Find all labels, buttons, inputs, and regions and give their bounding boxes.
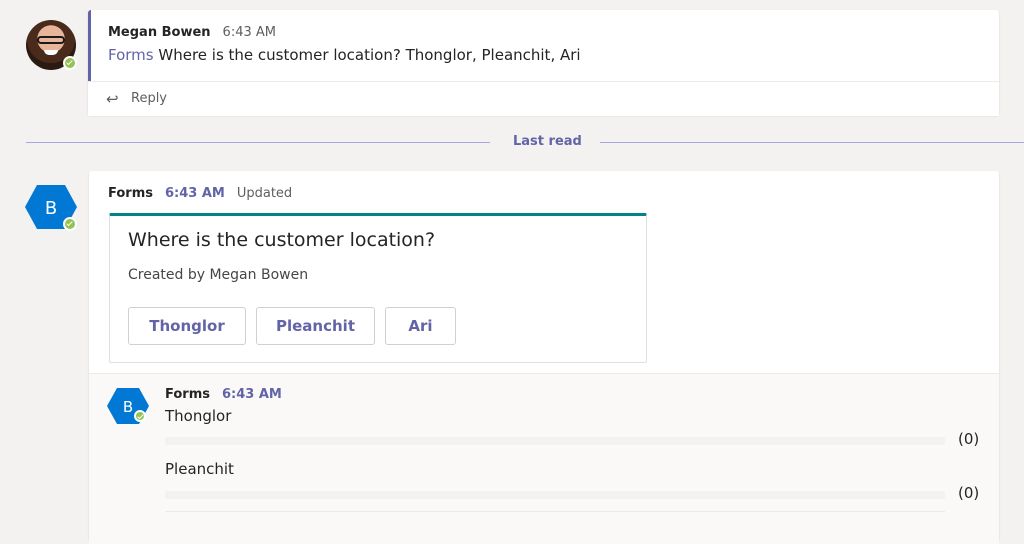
- message-card-forms: Forms 6:43 AM Updated Where is the custo…: [89, 171, 999, 544]
- avatar-smile: [44, 50, 58, 55]
- result-bar-track: [165, 491, 945, 499]
- reply-button[interactable]: Reply: [131, 91, 167, 106]
- forms-app-link[interactable]: Forms: [108, 46, 154, 64]
- poll-question: Where is the customer location?: [128, 229, 436, 251]
- presence-available-icon: [134, 410, 146, 422]
- reply-sender[interactable]: Forms: [165, 387, 210, 402]
- message-timestamp[interactable]: 6:43 AM: [223, 25, 276, 40]
- message-timestamp[interactable]: 6:43 AM: [165, 186, 225, 201]
- poll-card: Where is the customer location? Created …: [109, 213, 647, 363]
- result-count: (0): [958, 430, 980, 448]
- poll-option-button[interactable]: Pleanchit: [256, 307, 375, 345]
- result-bar-track: [165, 437, 945, 445]
- result-label: Thonglor: [165, 407, 232, 425]
- message-accent-bar: [88, 10, 91, 81]
- last-read-line-right: [600, 142, 1024, 143]
- last-read-line-left: [26, 142, 490, 143]
- presence-available-icon: [63, 56, 77, 70]
- poll-created-by: Created by Megan Bowen: [128, 267, 309, 283]
- message-sender[interactable]: Forms: [108, 186, 153, 201]
- avatar-glasses: [37, 36, 65, 44]
- message-sender[interactable]: Megan Bowen: [108, 25, 211, 40]
- avatar-letter: B: [45, 198, 57, 219]
- avatar-letter: B: [123, 398, 133, 416]
- result-count: (0): [958, 484, 980, 502]
- poll-option-button[interactable]: Ari: [385, 307, 456, 345]
- poll-option-button[interactable]: Thonglor: [128, 307, 246, 345]
- presence-available-icon: [63, 217, 77, 231]
- result-label: Pleanchit: [165, 460, 234, 478]
- result-separator: [165, 511, 945, 512]
- message-status: Updated: [236, 186, 293, 201]
- message-card-megan: Megan Bowen 6:43 AM Forms Where is the c…: [88, 10, 999, 116]
- reply-arrow-icon: ↩: [106, 90, 119, 108]
- reply-timestamp[interactable]: 6:43 AM: [222, 387, 282, 402]
- message-text: Where is the customer location? Thonglor…: [158, 46, 581, 64]
- reply-row[interactable]: ↩ Reply: [88, 81, 999, 116]
- poll-results-reply: B Forms 6:43 AM Thonglor (0) Pleanchit (…: [89, 373, 999, 544]
- last-read-label: Last read: [513, 134, 582, 149]
